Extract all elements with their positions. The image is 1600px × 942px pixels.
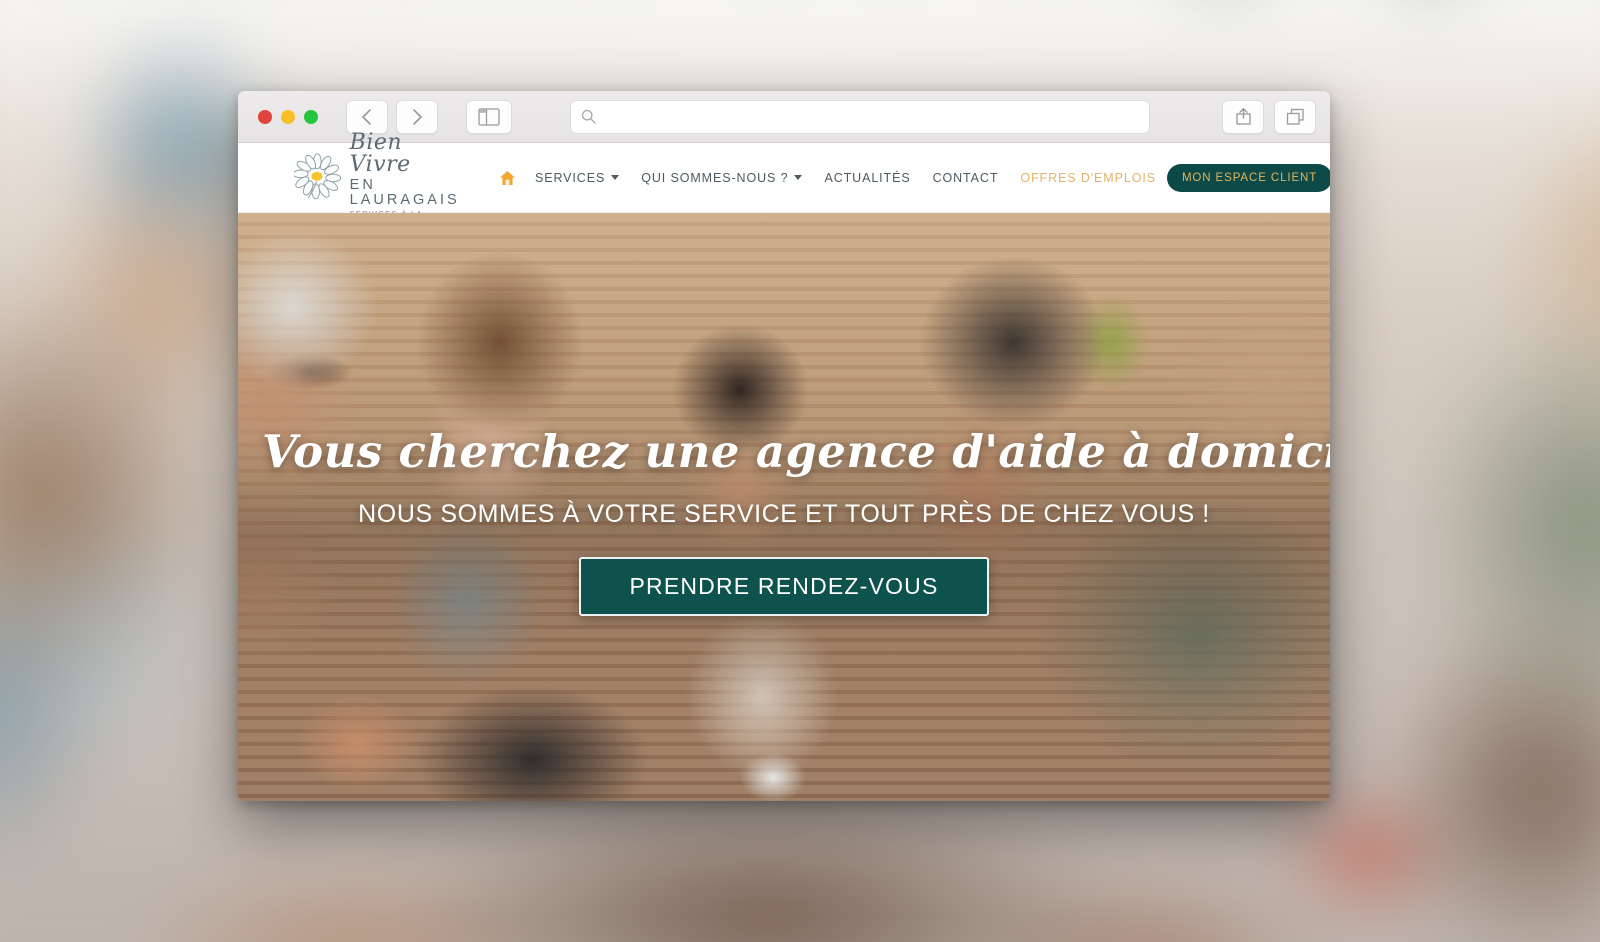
chevron-down-icon <box>611 175 620 180</box>
hero-content: Vous cherchez une agence d'aide à domici… <box>238 425 1330 616</box>
share-icon <box>1235 108 1251 125</box>
browser-window: Bien Vivre EN LAURAGAIS SERVICES À LA PE… <box>238 91 1330 801</box>
logo-line-2: EN LAURAGAIS <box>349 177 460 208</box>
main-navigation: SERVICES QUI SOMMES-NOUS ? ACTUALITÉS CO… <box>491 164 1167 192</box>
nav-item-label: ACTUALITÉS <box>824 170 911 185</box>
chevron-left-icon <box>362 108 371 125</box>
nav-item-home[interactable] <box>491 164 524 192</box>
nav-item-label: SERVICES <box>535 170 606 185</box>
nav-item-actualites[interactable]: ACTUALITÉS <box>813 165 921 191</box>
search-icon <box>581 109 596 124</box>
toggle-sidebar-button[interactable] <box>466 99 512 134</box>
nav-item-services[interactable]: SERVICES <box>524 165 630 191</box>
back-button[interactable] <box>346 99 388 134</box>
minimize-window-button[interactable] <box>281 109 295 124</box>
hero-section: Vous cherchez une agence d'aide à domici… <box>238 213 1330 801</box>
nav-item-offres-demplois[interactable]: OFFRES D'EMPLOIS <box>1009 165 1167 191</box>
nav-item-contact[interactable]: CONTACT <box>922 165 1010 191</box>
tabs-icon <box>1286 108 1304 125</box>
toolbar-right-buttons <box>1222 99 1316 134</box>
search-input[interactable] <box>604 109 1139 124</box>
close-window-button[interactable] <box>258 109 272 124</box>
chevron-down-icon <box>794 175 803 180</box>
forward-button[interactable] <box>396 99 438 134</box>
nav-item-label: CONTACT <box>932 170 999 185</box>
nav-item-qui-sommes-nous[interactable]: QUI SOMMES-NOUS ? <box>630 165 813 191</box>
share-button[interactable] <box>1222 99 1264 134</box>
logo-wordmark: Bien Vivre EN LAURAGAIS SERVICES À LA PE… <box>349 130 469 225</box>
window-traffic-lights <box>252 109 326 124</box>
navigation-buttons <box>346 99 438 134</box>
address-search-bar[interactable] <box>570 99 1150 134</box>
nav-item-label: OFFRES D'EMPLOIS <box>1020 170 1156 185</box>
mon-espace-client-button[interactable]: MON ESPACE CLIENT <box>1166 163 1330 192</box>
chevron-right-icon <box>413 108 422 125</box>
logo-line-1: Bien Vivre <box>349 130 411 178</box>
hero-headline: Vous cherchez une agence d'aide à domici… <box>262 425 1330 478</box>
hero-subheadline: Nous sommes à votre service et tout près… <box>358 500 1210 528</box>
site-logo[interactable]: Bien Vivre EN LAURAGAIS SERVICES À LA PE… <box>294 130 469 225</box>
daisy-flower-icon <box>294 152 341 199</box>
sidebar-icon <box>478 107 500 126</box>
backdrop-top-navbar <box>0 0 1600 2</box>
zoom-window-button[interactable] <box>304 109 318 124</box>
site-header: Bien Vivre EN LAURAGAIS SERVICES À LA PE… <box>238 132 1330 225</box>
prendre-rendez-vous-button[interactable]: Prendre rendez-vous <box>579 557 989 616</box>
tab-overview-button[interactable] <box>1274 99 1316 134</box>
nav-item-label: QUI SOMMES-NOUS ? <box>641 170 789 185</box>
home-icon <box>500 170 515 185</box>
